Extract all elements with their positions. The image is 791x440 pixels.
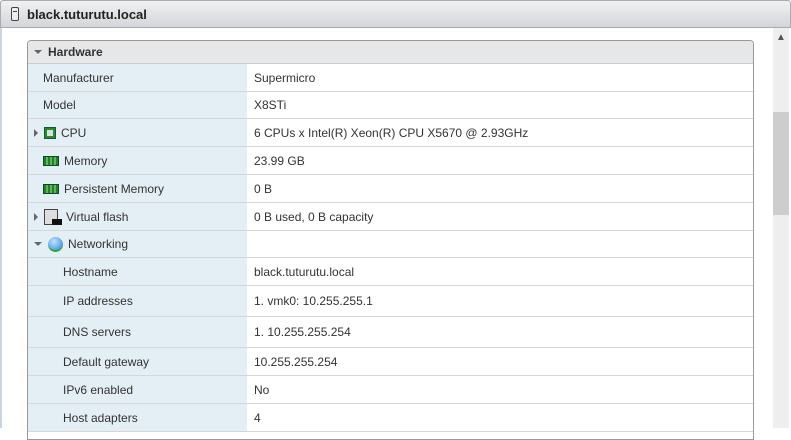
scroll-up-icon[interactable]: ▲ <box>773 28 789 48</box>
value: 10.255.255.254 <box>254 354 338 369</box>
row-manufacturer: Manufacturer Supermicro <box>28 64 753 92</box>
value: 1. 10.255.255.254 <box>254 325 351 339</box>
row-hostname: Hostname black.tuturutu.local <box>28 258 753 286</box>
cpu-icon <box>44 126 56 139</box>
collapse-icon[interactable] <box>34 242 42 246</box>
window-titlebar: black.tuturutu.local <box>0 0 791 28</box>
collapse-icon[interactable] <box>34 50 42 54</box>
value: 1. vmk0: 10.255.255.1 <box>254 294 373 308</box>
label: DNS servers <box>63 325 132 339</box>
label: Model <box>43 98 76 112</box>
row-default-gateway: Default gateway 10.255.255.254 <box>28 348 753 376</box>
row-persistent-memory: Persistent Memory 0 B <box>28 175 753 203</box>
label: Default gateway <box>63 354 150 369</box>
value: 4 <box>254 410 261 425</box>
label: Persistent Memory <box>64 181 165 196</box>
label: Memory <box>64 153 108 168</box>
value: 0 B used, 0 B capacity <box>254 209 374 224</box>
label: Host adapters <box>63 410 138 425</box>
label: IPv6 enabled <box>63 382 134 397</box>
vertical-scrollbar[interactable]: ▲ <box>773 28 789 428</box>
host-icon <box>11 7 19 21</box>
value: 23.99 GB <box>254 153 305 168</box>
expand-icon[interactable] <box>34 212 38 221</box>
content-area: Hardware Manufacturer Supermicro Model X8S… <box>0 28 791 440</box>
row-networking[interactable]: Networking <box>28 231 753 258</box>
value: 0 B <box>254 181 273 196</box>
expand-icon[interactable] <box>34 128 38 137</box>
row-cpu[interactable]: CPU 6 CPUs x Intel(R) Xeon(R) CPU X5670 @… <box>28 119 753 147</box>
value: X8STi <box>254 98 287 112</box>
row-memory: Memory 23.99 GB <box>28 147 753 175</box>
hardware-header[interactable]: Hardware <box>28 41 753 64</box>
value: Supermicro <box>254 70 316 85</box>
row-model: Model X8STi <box>28 92 753 119</box>
virtual-flash-icon <box>44 208 62 225</box>
section-title: Hardware <box>48 45 103 59</box>
label: Virtual flash <box>66 209 129 224</box>
hardware-panel: Hardware Manufacturer Supermicro Model X8S… <box>27 40 754 440</box>
memory-icon <box>43 183 59 194</box>
row-virtual-flash[interactable]: Virtual flash 0 B used, 0 B capacity <box>28 203 753 231</box>
row-dns-servers: DNS servers 1. 10.255.255.254 <box>28 317 753 348</box>
value: No <box>254 382 270 397</box>
value: black.tuturutu.local <box>254 264 355 279</box>
label: Networking <box>68 237 129 251</box>
label: CPU <box>61 125 87 140</box>
scrollbar-thumb[interactable] <box>773 112 789 215</box>
memory-icon <box>43 155 59 166</box>
row-ip-addresses: IP addresses 1. vmk0: 10.255.255.1 <box>28 286 753 317</box>
networking-icon <box>48 236 63 252</box>
window-title: black.tuturutu.local <box>27 6 147 22</box>
label: IP addresses <box>63 294 133 308</box>
label: Manufacturer <box>43 70 114 85</box>
value: 6 CPUs x Intel(R) Xeon(R) CPU X5670 @ 2.… <box>254 125 529 140</box>
row-ipv6-enabled: IPv6 enabled No <box>28 376 753 404</box>
label: Hostname <box>63 264 118 279</box>
